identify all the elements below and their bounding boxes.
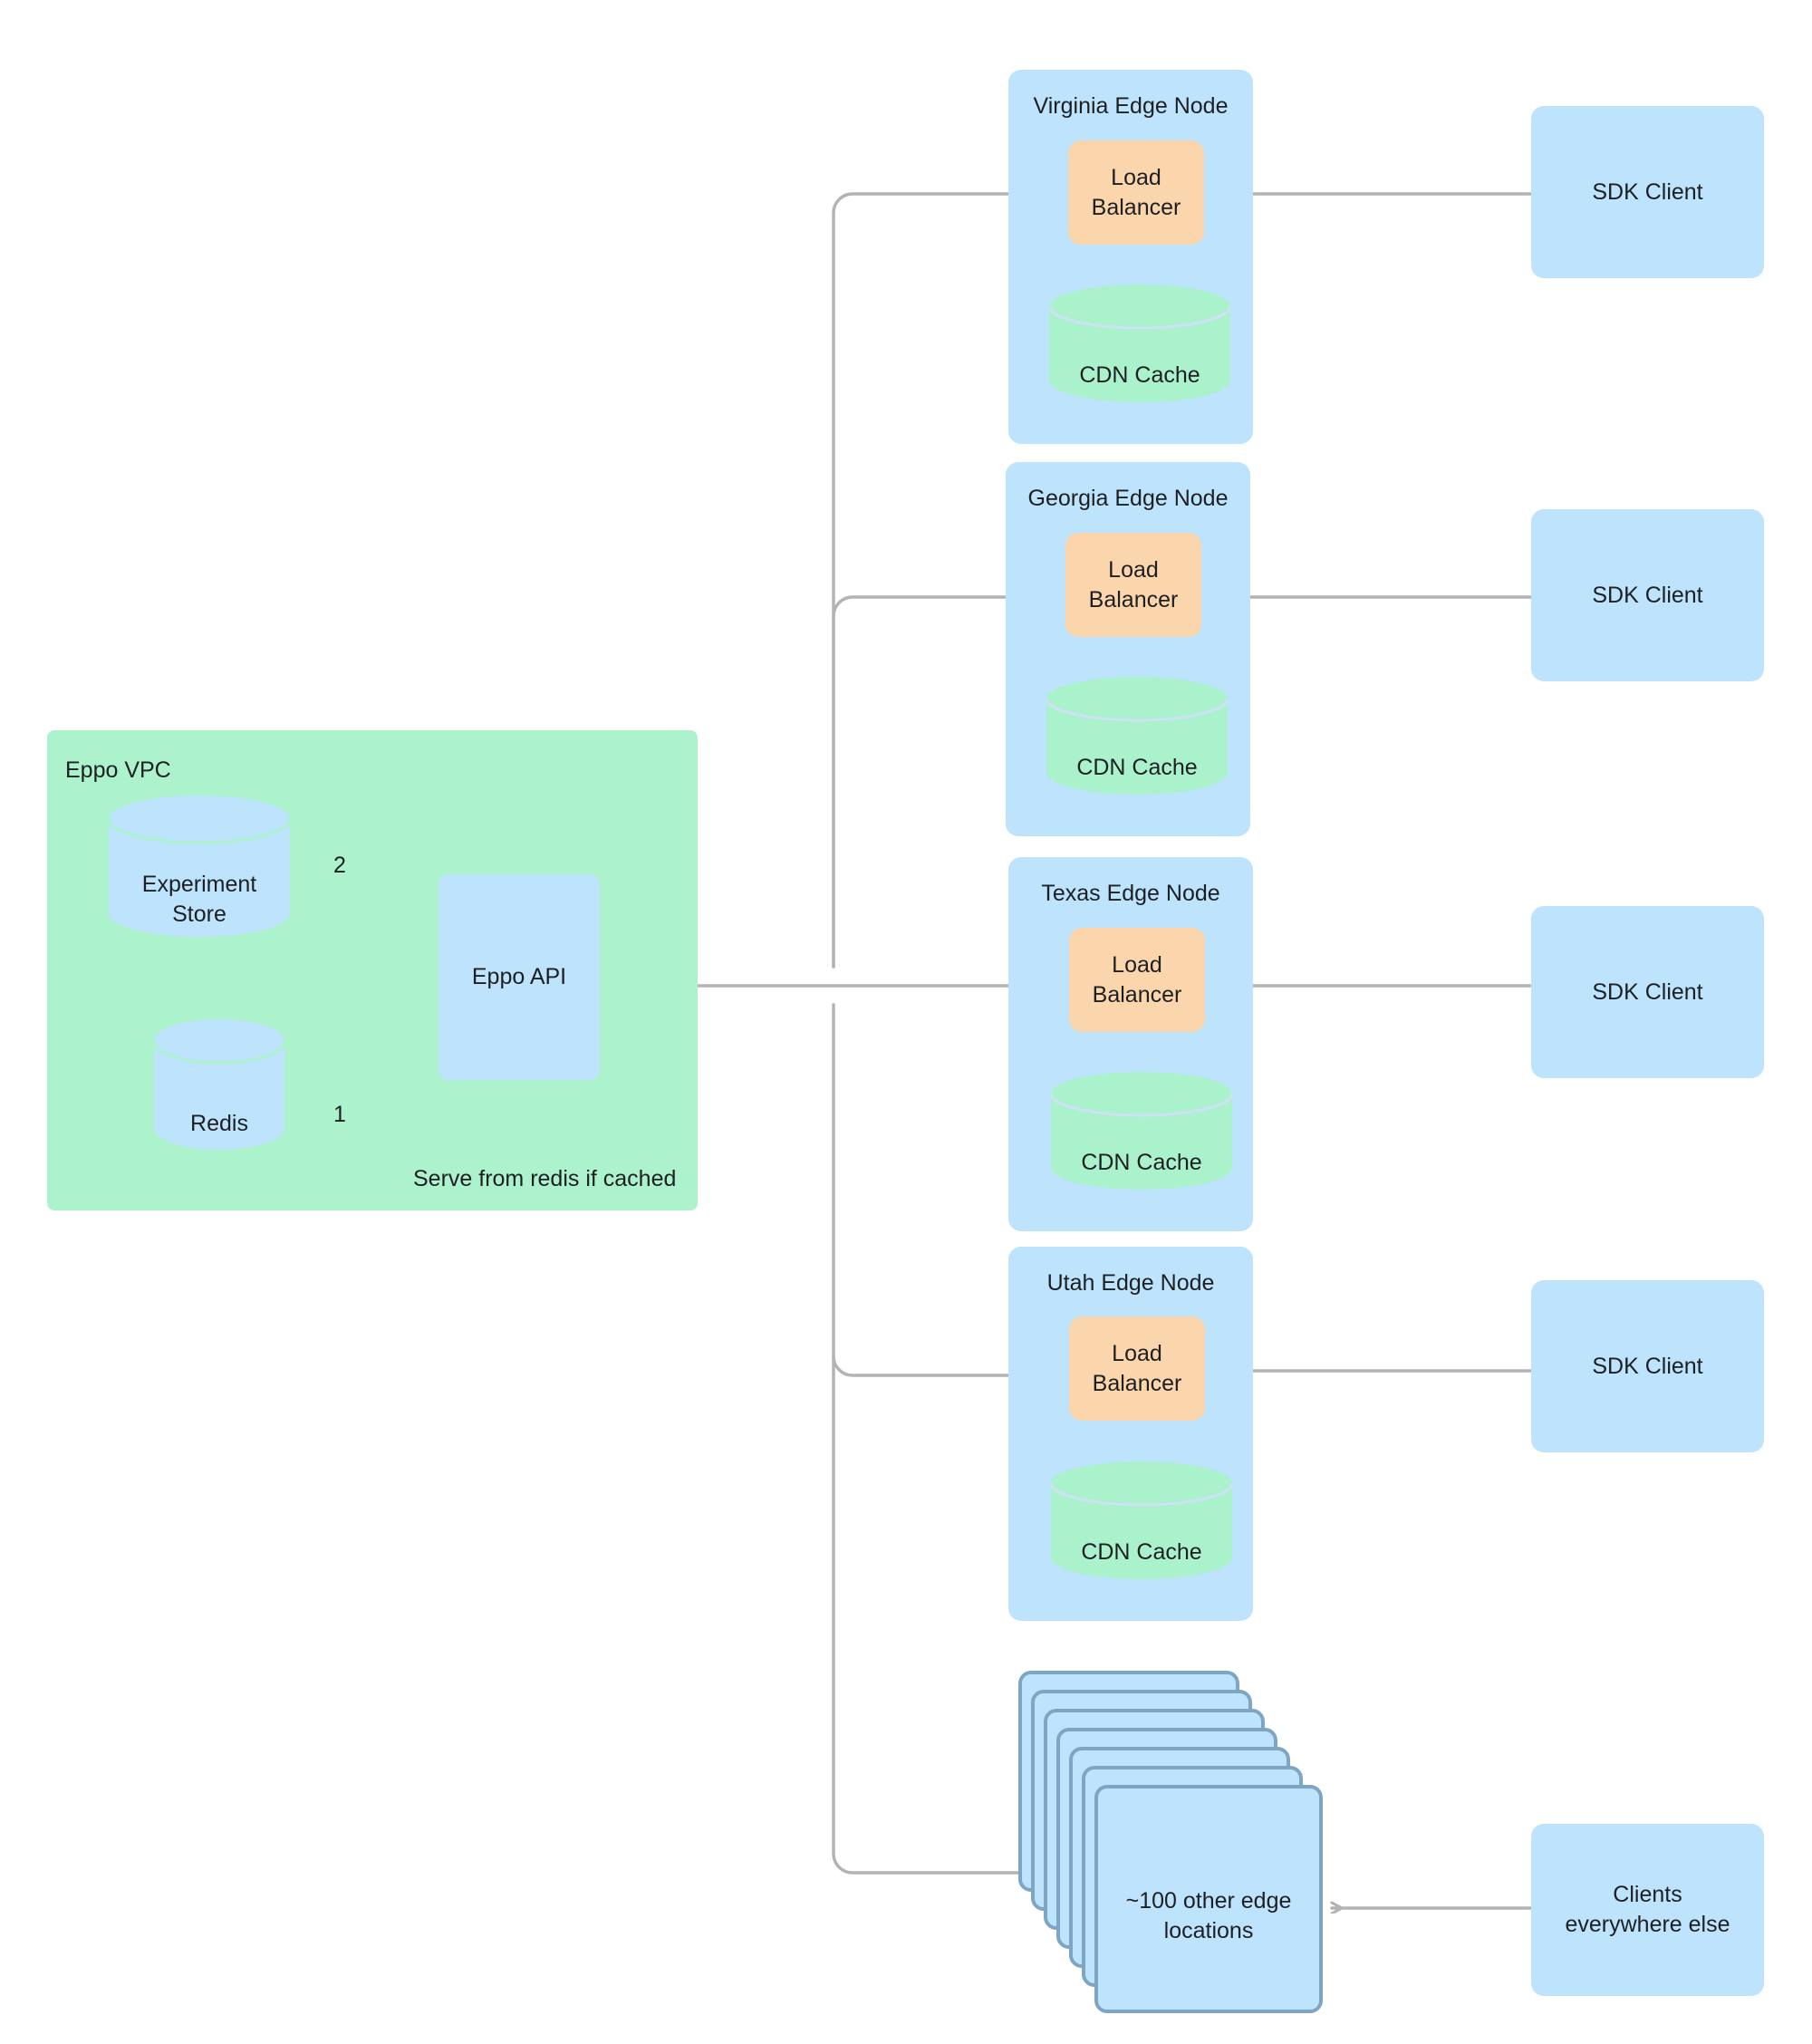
load-balancer-texas[interactable]: Load Balancer	[1069, 928, 1205, 1032]
eppo-vpc-title: Eppo VPC	[65, 757, 171, 783]
cdn-cache-utah-cylinder	[1051, 1461, 1232, 1579]
sdk-client-texas[interactable]: SDK Client	[1531, 906, 1764, 1078]
edge-node-utah-title: Utah Edge Node	[1046, 1270, 1215, 1296]
cdn-cache-virginia-cylinder	[1049, 284, 1230, 402]
sdk-client-virginia[interactable]: SDK Client	[1531, 106, 1764, 278]
other-edge-locations-stack[interactable]	[1015, 1667, 1341, 2030]
eppo-vpc-note: Serve from redis if cached	[413, 1166, 677, 1191]
sdk-client-georgia[interactable]: SDK Client	[1531, 509, 1764, 681]
other-edge-locations-label: ~100 other edge locations	[1125, 1888, 1292, 1943]
load-balancer-virginia[interactable]: Load Balancer	[1068, 140, 1204, 245]
load-balancer-georgia[interactable]: Load Balancer	[1065, 533, 1201, 637]
diagram-canvas: Eppo VPC Serve from redis if cached Expe…	[0, 0, 1812, 2044]
cdn-cache-georgia-cylinder	[1046, 677, 1228, 795]
redis-cylinder	[154, 1019, 284, 1150]
edge-node-texas-title: Texas Edge Node	[1041, 881, 1220, 906]
edge-node-virginia-title: Virginia Edge Node	[1033, 93, 1229, 119]
eppo-api-box[interactable]: Eppo API	[439, 874, 600, 1080]
edge-node-georgia-title: Georgia Edge Node	[1027, 486, 1229, 511]
load-balancer-utah[interactable]: Load Balancer	[1069, 1316, 1205, 1421]
step-number-1: 1	[333, 1102, 346, 1127]
experiment-store-cylinder	[109, 795, 290, 937]
cdn-cache-texas-cylinder	[1051, 1072, 1232, 1190]
step-number-2: 2	[333, 853, 346, 878]
clients-everywhere-else[interactable]: Clients everywhere else	[1531, 1824, 1764, 1996]
sdk-client-utah[interactable]: SDK Client	[1531, 1280, 1764, 1452]
